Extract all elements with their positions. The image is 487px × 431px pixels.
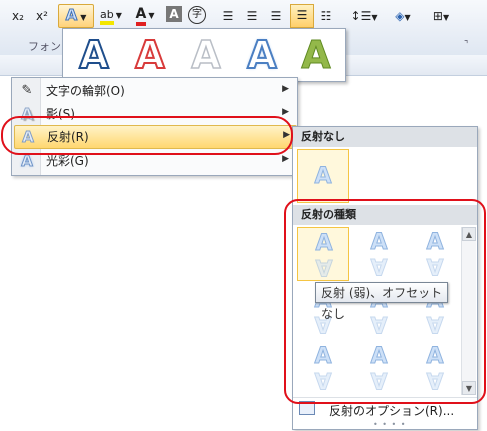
- align-right-button[interactable]: ☰: [266, 6, 286, 26]
- text-effects-button[interactable]: A ▼: [58, 4, 94, 28]
- chevron-down-icon: ▼: [80, 13, 87, 22]
- gallery-item-green-bevel[interactable]: A: [291, 33, 341, 78]
- gallery-item-light-outline[interactable]: A: [181, 32, 231, 78]
- paint-bucket-icon: ◈: [395, 9, 405, 23]
- text-effects-icon: A: [65, 6, 78, 25]
- submenu-arrow-icon: ▶: [282, 154, 289, 164]
- gallery-item-red-outline[interactable]: A: [125, 32, 175, 78]
- reflection-options-label: 反射のオプション(R)...: [329, 404, 455, 418]
- pen-outline-icon: ✎: [21, 83, 33, 98]
- borders-button[interactable]: ⊞▼: [424, 6, 458, 26]
- superscript-button[interactable]: x²: [32, 6, 52, 26]
- align-center-button[interactable]: ☰: [242, 6, 262, 26]
- font-color-button[interactable]: A ▼: [130, 4, 160, 26]
- submenu-arrow-icon: ▶: [282, 84, 289, 94]
- gallery-item-blue-glow[interactable]: A: [237, 32, 287, 78]
- resize-grip-icon[interactable]: • • • •: [373, 420, 407, 429]
- text-effects-gallery: A A A A A: [62, 28, 346, 82]
- line-spacing-button[interactable]: ↕☰▼: [346, 6, 382, 26]
- highlight-button[interactable]: ab ▼: [96, 4, 126, 25]
- no-reflection-option[interactable]: A: [297, 149, 349, 203]
- menu-item-outline[interactable]: ✎ 文字の輪郭(O) ▶: [14, 80, 295, 102]
- justify-icon: ☰: [296, 8, 308, 22]
- chevron-down-icon: ▼: [115, 11, 122, 20]
- font-color-icon: A: [135, 6, 147, 26]
- distributed-button[interactable]: ☷: [316, 6, 336, 26]
- section-header-no-reflection: 反射なし: [293, 127, 477, 147]
- menu-item-label: 光彩(G): [46, 154, 89, 168]
- distributed-icon: ☷: [320, 9, 332, 23]
- character-shading-button[interactable]: A: [166, 6, 182, 22]
- chevron-down-icon: ▼: [148, 11, 155, 20]
- gallery-item-blue-outline[interactable]: A: [69, 32, 119, 78]
- align-right-icon: ☰: [270, 9, 282, 23]
- borders-icon: ⊞: [432, 9, 443, 23]
- submenu-arrow-icon: ▶: [282, 107, 289, 117]
- align-center-icon: ☰: [246, 9, 258, 23]
- menu-item-label: 文字の輪郭(O): [46, 84, 125, 98]
- subscript-button[interactable]: x₂: [8, 6, 28, 26]
- align-left-icon: ☰: [222, 9, 234, 23]
- shading-button[interactable]: ◈▼: [386, 6, 420, 26]
- chevron-down-icon: ▼: [371, 13, 378, 22]
- chevron-down-icon: ▼: [442, 13, 450, 22]
- chevron-down-icon: ▼: [404, 13, 411, 22]
- align-left-button[interactable]: ☰: [218, 6, 238, 26]
- highlight-icon: ab: [100, 8, 114, 25]
- reflection-preview-letter: A: [314, 164, 332, 190]
- justify-button[interactable]: ☰: [290, 4, 314, 28]
- line-spacing-icon: ↕☰: [350, 9, 372, 23]
- annotation-rounded-rect: [284, 199, 486, 404]
- enclosed-character-button[interactable]: 字: [188, 6, 206, 24]
- annotation-ellipse: [1, 116, 293, 155]
- dialog-launcher-icon[interactable]: ⌝: [464, 40, 474, 50]
